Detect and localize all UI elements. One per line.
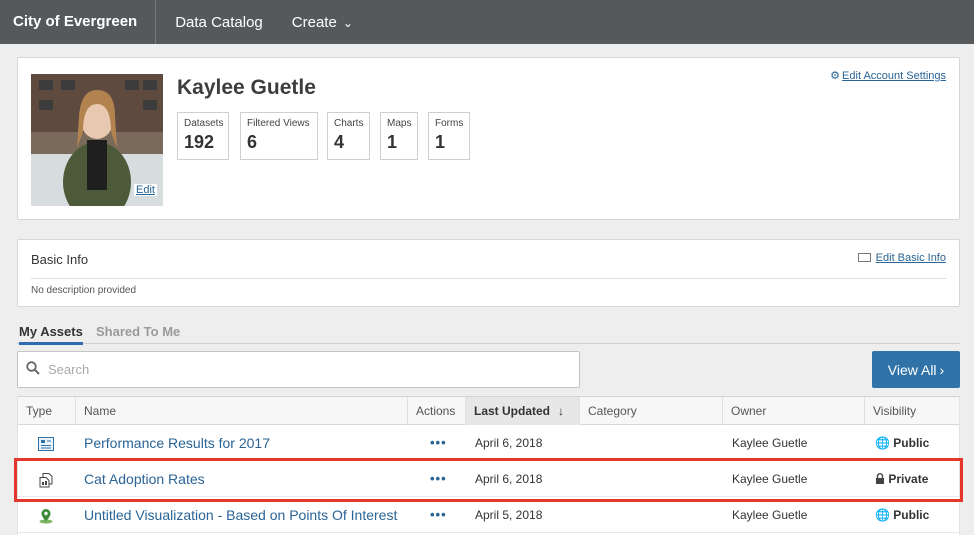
column-header-last-updated[interactable]: Last Updated ↓ — [466, 397, 580, 425]
tab-shared-to-me[interactable]: Shared To Me — [96, 324, 180, 339]
edit-basic-info-link[interactable]: Edit Basic Info — [857, 252, 946, 264]
column-header-last-updated-label: Last Updated — [474, 404, 551, 418]
actions-menu-button[interactable]: ••• — [430, 425, 447, 461]
stat-label: Forms — [435, 118, 464, 129]
search-input[interactable] — [48, 362, 548, 377]
owner: Kaylee Guetle — [732, 436, 808, 450]
visibility: Private — [875, 461, 928, 497]
visibility-label: Public — [893, 436, 930, 450]
visibility: 🌐 Public — [875, 497, 929, 533]
globe-icon: 🌐 — [875, 508, 890, 522]
visibility: 🌐 Public — [875, 425, 929, 461]
column-header-actions[interactable]: Actions — [408, 397, 466, 425]
last-updated: April 5, 2018 — [475, 508, 543, 522]
table-header: Type Name Actions Last Updated ↓ Category… — [18, 397, 959, 425]
divider — [31, 278, 946, 279]
map-pin-icon — [38, 497, 54, 533]
lock-icon — [875, 472, 885, 486]
assets-table: Type Name Actions Last Updated ↓ Category… — [17, 396, 960, 535]
column-header-type[interactable]: Type — [18, 397, 76, 425]
nav-data-catalog[interactable]: Data Catalog — [156, 14, 273, 31]
filtered-view-icon — [38, 461, 54, 497]
visibility-label: Private — [888, 472, 929, 486]
asset-tabs: My Assets Shared To Me — [17, 322, 960, 345]
edit-photo-link[interactable]: Edit — [134, 184, 157, 196]
owner: Kaylee Guetle — [732, 472, 808, 486]
view-all-label: View All — [887, 361, 937, 378]
top-navigation: City of Evergreen Data Catalog Create ⌄ — [0, 0, 974, 44]
stat-value: 4 — [334, 132, 345, 152]
stat-datasets[interactable]: Datasets 192 — [177, 112, 229, 160]
search-box — [17, 351, 580, 388]
stat-charts[interactable]: Charts 4 — [327, 112, 370, 160]
profile-card: Edit Kaylee Guetle Datasets 192 Filtered… — [17, 57, 960, 220]
gear-icon: ⚙ — [830, 70, 841, 82]
sort-down-arrow-icon: ↓ — [558, 404, 565, 418]
stat-label: Maps — [387, 118, 412, 129]
tab-my-assets[interactable]: My Assets — [19, 324, 83, 345]
chevron-right-icon: › — [939, 361, 945, 378]
nav-create-label: Create — [291, 13, 337, 31]
edit-basic-info-label: Edit Basic Info — [875, 252, 946, 264]
chevron-down-icon: ⌄ — [342, 15, 353, 30]
site-brand[interactable]: City of Evergreen — [0, 0, 157, 44]
stat-value: 1 — [435, 132, 446, 152]
stat-value: 1 — [387, 132, 398, 152]
column-header-visibility[interactable]: Visibility — [865, 397, 959, 425]
table-row[interactable]: Performance Results for 2017 ••• April 6… — [18, 425, 959, 461]
stat-forms[interactable]: Forms 1 — [428, 112, 470, 160]
user-name: Kaylee Guetle — [177, 76, 316, 99]
column-header-category[interactable]: Category — [580, 397, 723, 425]
visibility-label: Public — [893, 508, 930, 522]
edit-account-settings-link[interactable]: ⚙ Edit Account Settings — [830, 69, 946, 82]
basic-info-card: Basic Info Edit Basic Info No descriptio… — [17, 239, 960, 307]
basic-info-title: Basic Info — [31, 252, 89, 267]
owner: Kaylee Guetle — [732, 508, 808, 522]
view-all-button[interactable]: View All › — [872, 351, 960, 388]
stat-label: Charts — [334, 118, 364, 129]
dataset-icon — [38, 425, 54, 461]
column-header-owner[interactable]: Owner — [723, 397, 865, 425]
stat-filtered-views[interactable]: Filtered Views 6 — [240, 112, 318, 160]
actions-menu-button[interactable]: ••• — [430, 461, 447, 497]
search-icon — [18, 361, 48, 378]
nav-create[interactable]: Create ⌄ — [273, 14, 363, 31]
column-header-name[interactable]: Name — [76, 397, 408, 425]
stat-label: Filtered Views — [247, 118, 310, 129]
basic-info-description: No description provided — [31, 285, 137, 296]
stat-value: 192 — [184, 132, 215, 152]
asset-name-link[interactable]: Untitled Visualization - Based on Points… — [84, 497, 397, 533]
stat-maps[interactable]: Maps 1 — [380, 112, 418, 160]
asset-name-link[interactable]: Performance Results for 2017 — [84, 425, 270, 461]
edit-account-settings-label: Edit Account Settings — [842, 70, 946, 82]
last-updated: April 6, 2018 — [475, 472, 543, 486]
last-updated: April 6, 2018 — [475, 436, 543, 450]
table-row[interactable]: Untitled Visualization - Based on Points… — [18, 497, 959, 533]
table-row[interactable]: Cat Adoption Rates ••• April 6, 2018 Kay… — [18, 461, 959, 497]
stat-value: 6 — [247, 132, 258, 152]
globe-icon: 🌐 — [875, 436, 890, 450]
actions-menu-button[interactable]: ••• — [430, 497, 447, 533]
id-card-icon — [857, 253, 871, 262]
asset-name-link[interactable]: Cat Adoption Rates — [84, 461, 205, 497]
stat-label: Datasets — [184, 118, 224, 129]
